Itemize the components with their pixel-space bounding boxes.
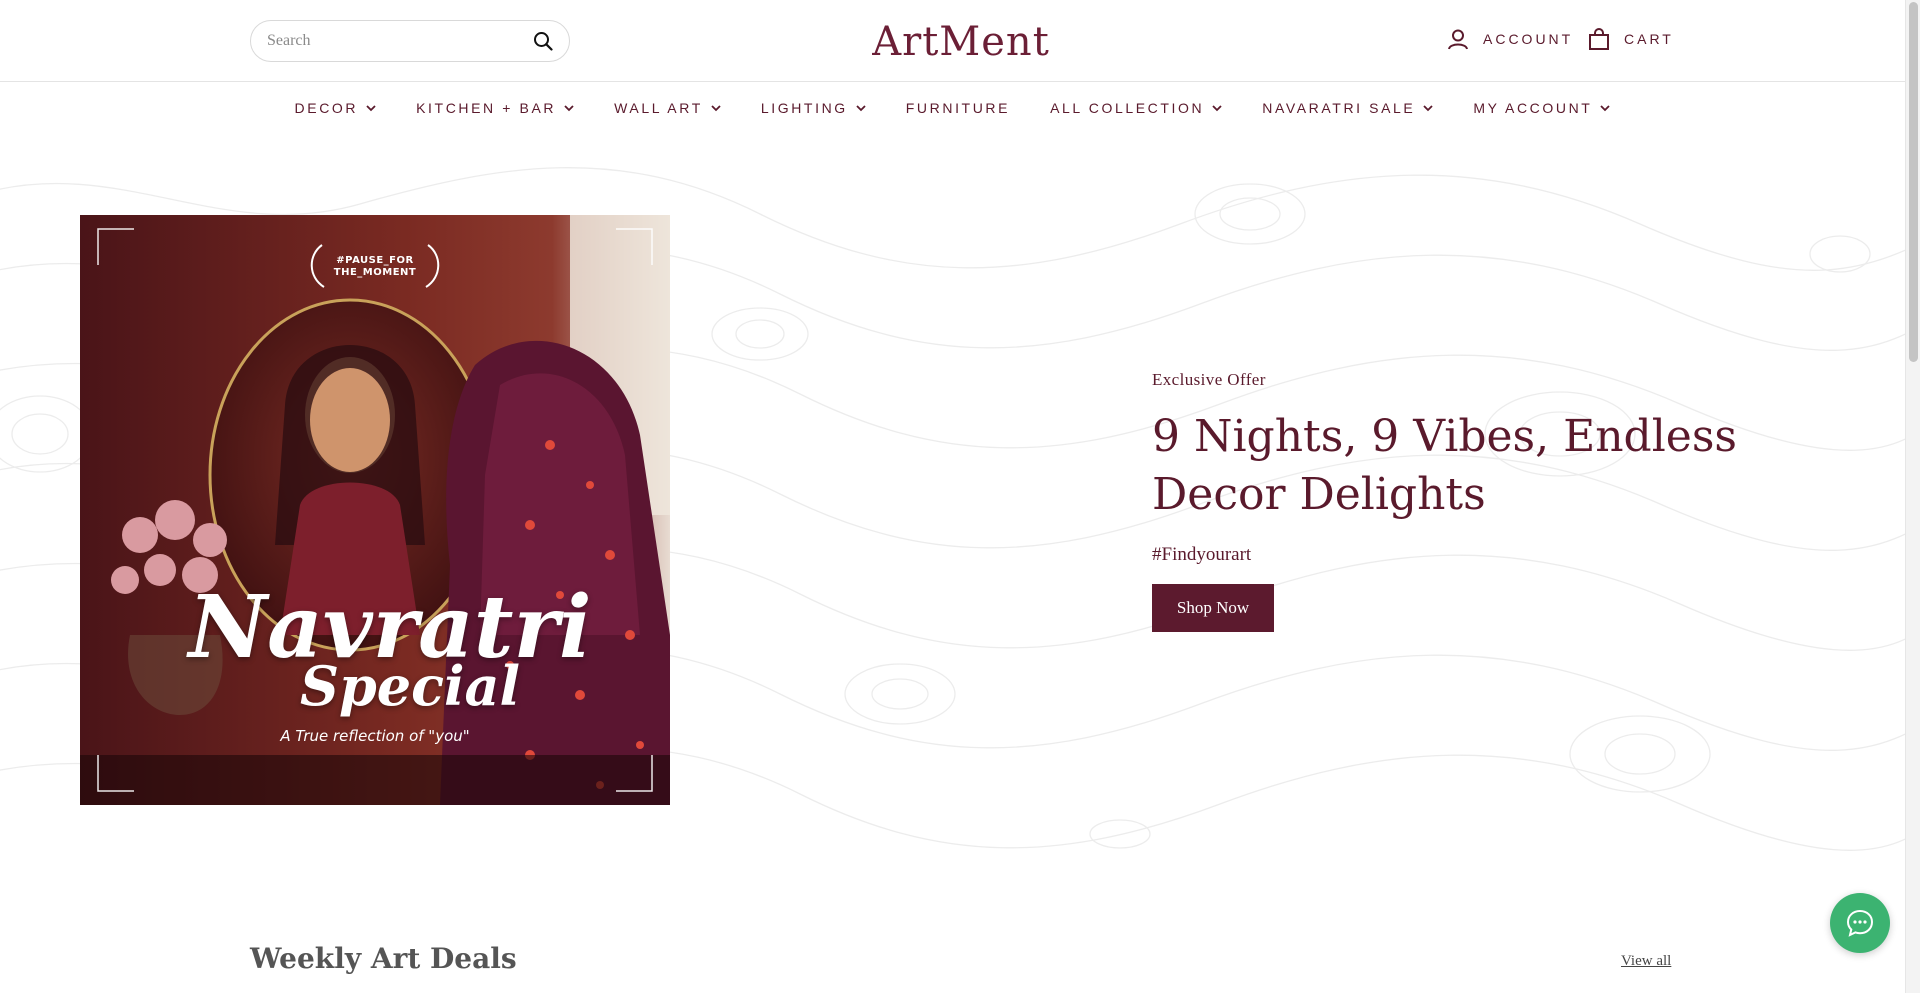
nav-label: FURNITURE [905, 100, 1011, 116]
shop-now-button[interactable]: Shop Now [1152, 584, 1274, 632]
nav-item-furniture[interactable]: FURNITURE [906, 100, 1010, 116]
chevron-down-icon [711, 104, 721, 111]
nav-item-navaratri-sale[interactable]: NAVARATRI SALE [1262, 100, 1433, 116]
nav-label: DECOR [294, 100, 359, 116]
hero-banner: #PAUSE_FOR THE_MOMENT Navratri Special A… [0, 134, 1905, 886]
offer-hashtag: #Findyourart [1152, 544, 1252, 565]
nav-item-all-collection[interactable]: ALL COLLECTION [1050, 100, 1222, 116]
logo-text: ArtMent [872, 19, 1050, 65]
nav-label: ALL COLLECTION [1050, 100, 1205, 116]
user-icon [1448, 29, 1468, 50]
account-link[interactable]: ACCOUNT [1447, 28, 1573, 50]
hero-image[interactable]: #PAUSE_FOR THE_MOMENT Navratri Special A… [80, 215, 670, 805]
nav-item-my-account[interactable]: MY ACCOUNT [1473, 100, 1611, 116]
cart-label: CART [1624, 31, 1674, 47]
nav-item-lighting[interactable]: LIGHTING [761, 100, 866, 116]
view-all-link[interactable]: View all [1621, 953, 1671, 970]
hashtag-badge: #PAUSE_FOR THE_MOMENT [80, 255, 670, 279]
nav-label: KITCHEN + BAR [416, 100, 557, 116]
chevron-down-icon [564, 104, 574, 111]
search-bar [250, 20, 570, 62]
cart-link[interactable]: CART [1588, 28, 1674, 50]
chevron-down-icon [1423, 104, 1433, 111]
nav-label: LIGHTING [760, 100, 848, 116]
section-title: Weekly Art Deals [250, 942, 517, 975]
nav-label: NAVARATRI SALE [1262, 100, 1416, 116]
image-title-line-2: Special [299, 654, 520, 718]
chat-bubble-icon [1846, 909, 1874, 937]
chevron-down-icon [366, 104, 376, 111]
account-label: ACCOUNT [1483, 31, 1574, 47]
offer-headline: 9 Nights, 9 Vibes, Endless Decor Delight… [1152, 411, 1737, 520]
chevron-down-icon [1212, 104, 1222, 111]
search-input[interactable] [267, 32, 531, 50]
offer-eyebrow: Exclusive Offer [1152, 370, 1266, 389]
shopping-bag-icon [1589, 28, 1609, 50]
nav-label: WALL ART [614, 100, 703, 116]
top-header: ArtMent ACCOUNT CART [0, 0, 1905, 82]
nav-label: MY ACCOUNT [1473, 100, 1593, 116]
tag-line-1: #PAUSE_FOR [336, 255, 414, 266]
nav-item-decor[interactable]: DECOR [295, 100, 377, 116]
scrollbar-thumb[interactable] [1909, 2, 1918, 362]
nav-item-kitchen-bar[interactable]: KITCHEN + BAR [416, 100, 574, 116]
chat-button[interactable] [1830, 893, 1890, 953]
nav-item-wall-art[interactable]: WALL ART [614, 100, 721, 116]
search-icon[interactable] [531, 29, 555, 53]
chevron-down-icon [1600, 104, 1611, 111]
brand-logo[interactable]: ArtMent [858, 18, 1064, 66]
image-subtitle: A True reflection of "you" [280, 727, 470, 745]
main-nav: DECOR KITCHEN + BAR WALL ART LIGHTING FU… [0, 83, 1905, 133]
offer-panel: Exclusive Offer 9 Nights, 9 Vibes, Endle… [1152, 370, 1852, 632]
page-scrollbar[interactable] [1905, 0, 1920, 993]
chevron-down-icon [856, 104, 866, 111]
tag-line-2: THE_MOMENT [333, 267, 417, 278]
